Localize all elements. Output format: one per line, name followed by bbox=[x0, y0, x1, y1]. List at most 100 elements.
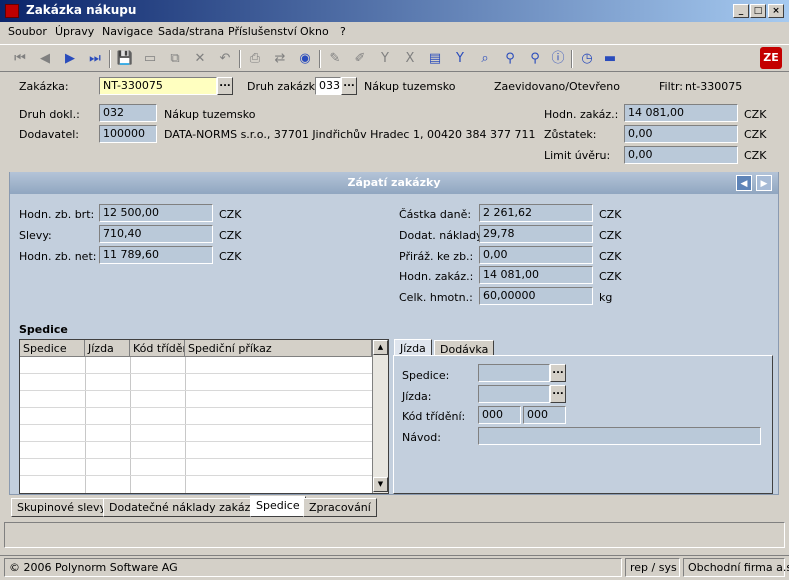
export-icon[interactable]: ⇄ bbox=[270, 49, 290, 69]
column-header-kod-trideni[interactable]: Kód třídění bbox=[130, 340, 185, 357]
currency-label: CZK bbox=[744, 149, 767, 162]
first-record-icon[interactable]: ⏮ bbox=[10, 49, 30, 69]
detail-kod-label: Kód třídění: bbox=[402, 410, 466, 423]
hodn-zb-net-label: Hodn. zb. net: bbox=[19, 250, 97, 263]
scroll-up-icon[interactable]: ▲ bbox=[373, 340, 388, 355]
dodavatel-text: DATA-NORMS s.r.o., 37701 Jindřichův Hrad… bbox=[164, 128, 536, 141]
close-button[interactable]: × bbox=[768, 4, 784, 18]
menu-soubor[interactable]: Soubor bbox=[8, 25, 47, 38]
tab-spedice[interactable]: Spedice bbox=[250, 496, 306, 517]
column-header-spedicni-prikaz[interactable]: Spediční příkaz bbox=[185, 340, 372, 357]
column-header-jizda[interactable]: Jízda bbox=[85, 340, 130, 357]
undo-icon[interactable]: ↶ bbox=[215, 49, 235, 69]
hodn-zakaz-footer-field: 14 081,00 bbox=[479, 266, 593, 284]
copy-icon[interactable]: ⧉ bbox=[165, 49, 185, 69]
maximize-button[interactable]: □ bbox=[750, 4, 766, 18]
zustatek-field: 0,00 bbox=[624, 125, 738, 143]
delete-icon[interactable]: ✕ bbox=[190, 49, 210, 69]
grid-line bbox=[20, 424, 372, 425]
app-icon bbox=[5, 4, 19, 18]
hodn-zakaz-label: Hodn. zakáz.: bbox=[544, 108, 619, 121]
menu-bar: Soubor Úpravy Navigace Sada/strana Přísl… bbox=[0, 22, 789, 42]
status-copyright: © 2006 Polynorm Software AG bbox=[4, 558, 622, 577]
jizda-tab-panel bbox=[393, 355, 773, 494]
tab-skupinove-slevy[interactable]: Skupinové slevy bbox=[11, 498, 113, 517]
spedice-grid[interactable]: Spedice Jízda Kód třídění Spediční příka… bbox=[19, 339, 389, 494]
filtr-label: Filtr: bbox=[659, 80, 683, 93]
next-record-icon[interactable]: ▶ bbox=[60, 49, 80, 69]
grid-line bbox=[20, 441, 372, 442]
filter-icon[interactable]: Y bbox=[375, 49, 395, 69]
druh-zakazk-text: Nákup tuzemsko bbox=[364, 80, 456, 93]
last-record-icon[interactable]: ⏭ bbox=[85, 49, 105, 69]
tab-zpracovani[interactable]: Zpracování bbox=[303, 498, 377, 517]
unit-label: CZK bbox=[599, 229, 622, 242]
menu-prislusenstvi[interactable]: Příslušenství bbox=[228, 25, 297, 38]
unit-label: CZK bbox=[219, 208, 242, 221]
slevy-field: 710,40 bbox=[99, 225, 213, 243]
menu-navigace[interactable]: Navigace bbox=[102, 25, 153, 38]
filtr-value: nt-330075 bbox=[685, 80, 743, 93]
zakazka-lookup-button[interactable]: ... bbox=[217, 77, 233, 95]
toolbar-separator bbox=[571, 50, 573, 68]
druh-zakazk-lookup-button[interactable]: ... bbox=[341, 77, 357, 95]
limit-label: Limit úvěru: bbox=[544, 149, 611, 162]
info-icon[interactable]: ⓘ bbox=[548, 49, 568, 69]
tab-dodatecne-naklady[interactable]: Dodatečné náklady zakázky bbox=[103, 498, 269, 517]
zakazka-input[interactable]: NT-330075 bbox=[99, 77, 217, 95]
clear-filter-icon[interactable]: X bbox=[400, 49, 420, 69]
detail-kod-input-2[interactable]: 000 bbox=[523, 406, 566, 424]
zoom-icon[interactable]: ⚲ bbox=[500, 49, 520, 69]
unit-label: CZK bbox=[599, 270, 622, 283]
castka-dane-label: Částka daně: bbox=[399, 208, 472, 221]
edit-icon[interactable]: ✎ bbox=[325, 49, 345, 69]
prev-section-icon[interactable]: ◀ bbox=[736, 175, 752, 191]
detail-kod-input-1[interactable]: 000 bbox=[478, 406, 521, 424]
company-logo: ZE bbox=[760, 47, 782, 69]
clock-icon[interactable]: ◷ bbox=[577, 49, 597, 69]
minimize-button[interactable]: _ bbox=[733, 4, 749, 18]
print-icon[interactable]: ⎙ bbox=[245, 49, 265, 69]
detail-navod-input[interactable] bbox=[478, 427, 761, 445]
detail-jizda-label: Jízda: bbox=[402, 390, 432, 403]
menu-help[interactable]: ? bbox=[340, 25, 346, 38]
druh-dokl-field: 032 bbox=[99, 104, 157, 122]
clipboard-icon[interactable]: ▤ bbox=[425, 49, 445, 69]
check-filter-icon[interactable]: Y bbox=[450, 49, 470, 69]
message-strip bbox=[4, 522, 785, 548]
find-icon[interactable]: ⌕ bbox=[475, 49, 495, 69]
truck-icon[interactable]: ▬ bbox=[600, 49, 620, 69]
zoom-out-icon[interactable]: ⚲ bbox=[525, 49, 545, 69]
grid-line bbox=[20, 373, 372, 374]
slevy-label: Slevy: bbox=[19, 229, 52, 242]
grid-vertical-scrollbar[interactable]: ▲ ▼ bbox=[372, 340, 388, 493]
attachment-icon[interactable]: ◉ bbox=[295, 49, 315, 69]
menu-sada-strana[interactable]: Sada/strana bbox=[158, 25, 224, 38]
title-bar: Zakázka nákupu _ □ × bbox=[0, 0, 789, 22]
celk-hmotn-label: Celk. hmotn.: bbox=[399, 291, 473, 304]
prev-record-icon[interactable]: ◀ bbox=[35, 49, 55, 69]
druh-zakazk-input[interactable]: 033 bbox=[315, 77, 341, 95]
zustatek-label: Zůstatek: bbox=[544, 128, 597, 141]
save-icon[interactable]: 💾 bbox=[115, 49, 135, 69]
detail-jizda-lookup-button[interactable]: ... bbox=[550, 385, 566, 403]
scroll-down-icon[interactable]: ▼ bbox=[373, 477, 388, 492]
next-section-icon[interactable]: ▶ bbox=[756, 175, 772, 191]
menu-okno[interactable]: Okno bbox=[300, 25, 329, 38]
status-company: Obchodní firma a.s. bbox=[683, 558, 789, 577]
unit-label: CZK bbox=[599, 250, 622, 263]
grid-line bbox=[20, 458, 372, 459]
grid-line bbox=[20, 475, 372, 476]
new-icon[interactable]: ▭ bbox=[140, 49, 160, 69]
pencil-icon[interactable]: ✐ bbox=[350, 49, 370, 69]
window-title: Zakázka nákupu bbox=[26, 3, 137, 17]
column-header-spedice[interactable]: Spedice bbox=[20, 340, 85, 357]
menu-upravy[interactable]: Úpravy bbox=[55, 25, 94, 38]
detail-jizda-input[interactable] bbox=[478, 385, 550, 403]
dodat-naklady-field: 29,78 bbox=[479, 225, 593, 243]
priraz-field: 0,00 bbox=[479, 246, 593, 264]
detail-spedice-lookup-button[interactable]: ... bbox=[550, 364, 566, 382]
detail-spedice-input[interactable] bbox=[478, 364, 550, 382]
status-user: rep / sys bbox=[625, 558, 680, 577]
status-text: Zaevidovano/Otevřeno bbox=[494, 80, 620, 93]
